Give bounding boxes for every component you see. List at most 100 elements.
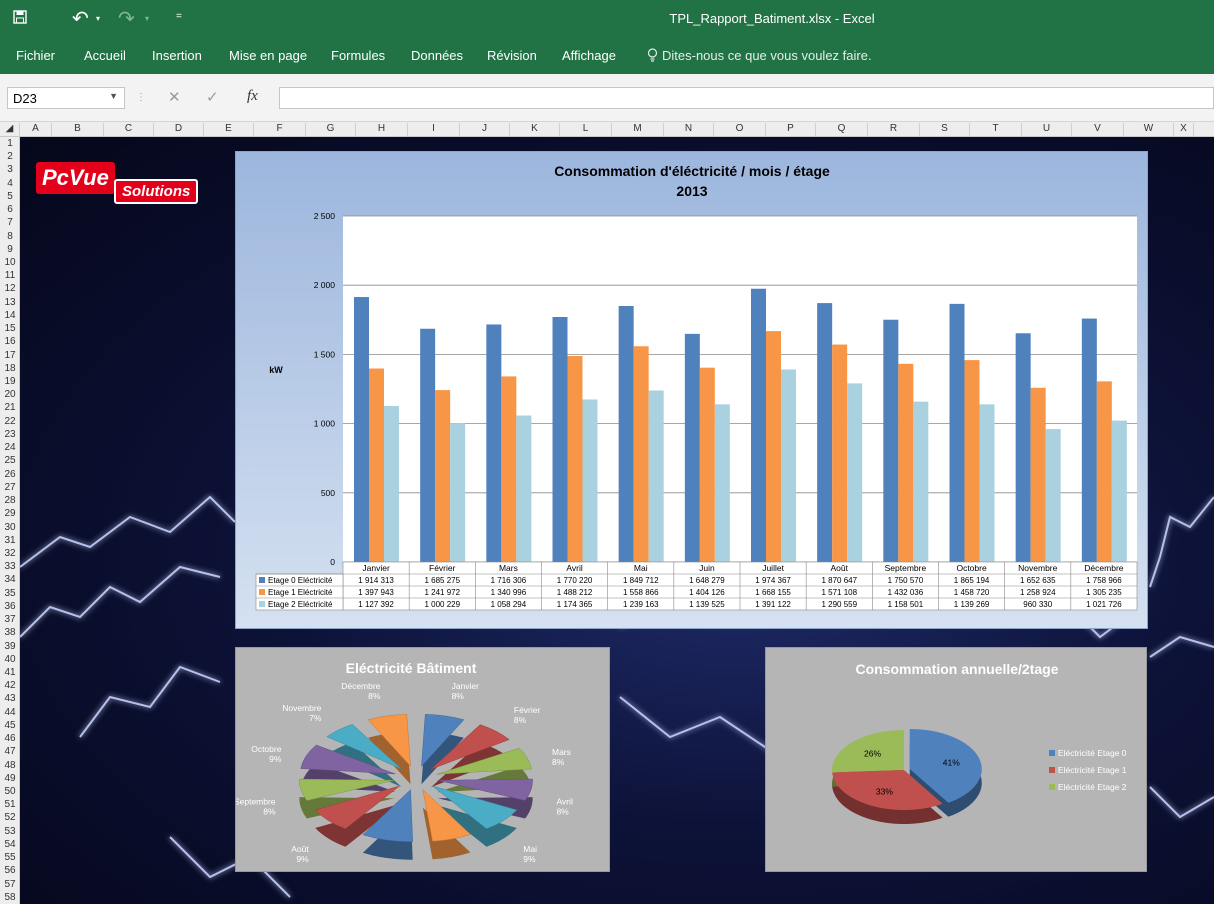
bar-etage-2-eléctricité-septembre[interactable] [913,401,929,562]
bar-etage-0-eléctricité-novembre[interactable] [1015,333,1031,562]
bar-etage-1-eléctricité-mai[interactable] [633,346,649,562]
column-header-w[interactable]: W [1124,123,1174,136]
column-header-u[interactable]: U [1022,123,1072,136]
row-header-21[interactable]: 21 [0,401,20,414]
row-header-50[interactable]: 50 [0,785,20,798]
row-header-31[interactable]: 31 [0,534,20,547]
row-header-14[interactable]: 14 [0,309,20,322]
column-header-v[interactable]: V [1072,123,1124,136]
tab-donnees[interactable]: Données [411,48,463,63]
column-header-t[interactable]: T [970,123,1022,136]
column-header-k[interactable]: K [510,123,560,136]
formula-input[interactable] [279,87,1214,109]
column-header-d[interactable]: D [154,123,204,136]
bar-etage-0-eléctricité-juillet[interactable] [751,288,766,562]
row-header-51[interactable]: 51 [0,798,20,811]
row-header-26[interactable]: 26 [0,468,20,481]
row-header-44[interactable]: 44 [0,706,20,719]
tab-accueil[interactable]: Accueil [84,48,126,63]
bar-etage-0-eléctricité-février[interactable] [420,328,436,562]
row-header-22[interactable]: 22 [0,415,20,428]
formula-bar-grip-icon[interactable]: ⋮ [136,92,146,103]
tab-insertion[interactable]: Insertion [152,48,202,63]
row-header-30[interactable]: 30 [0,521,20,534]
bar-etage-1-eléctricité-juin[interactable] [699,367,715,562]
row-header-36[interactable]: 36 [0,600,20,613]
row-header-9[interactable]: 9 [0,243,20,256]
column-header-p[interactable]: P [766,123,816,136]
bar-etage-2-eléctricité-mars[interactable] [516,415,532,562]
pie-chart-months[interactable]: Eléctricité Bâtiment Décembre 8% Janvier 8%… [234,647,610,895]
bar-etage-0-eléctricité-mars[interactable] [486,324,502,562]
row-header-8[interactable]: 8 [0,230,20,243]
column-header-n[interactable]: N [664,123,714,136]
tab-revision[interactable]: Révision [487,48,537,63]
bar-etage-1-eléctricité-septembre[interactable] [898,363,914,562]
row-header-1[interactable]: 1 [0,137,20,150]
bar-chart[interactable]: Consommation d'éléctricité / mois / étag… [235,151,1148,629]
row-header-54[interactable]: 54 [0,838,20,851]
pie-chart-floors[interactable]: Consommation annuelle/2tage 26% 41% 33% El… [765,647,1147,872]
bar-etage-2-eléctricité-octobre[interactable] [979,404,995,562]
row-header-12[interactable]: 12 [0,282,20,295]
bar-etage-1-eléctricité-février[interactable] [435,390,451,562]
column-header-h[interactable]: H [356,123,408,136]
row-header-15[interactable]: 15 [0,322,20,335]
bar-etage-1-eléctricité-août[interactable] [832,344,848,562]
column-header-o[interactable]: O [714,123,766,136]
row-header-37[interactable]: 37 [0,613,20,626]
bar-etage-0-eléctricité-septembre[interactable] [883,319,899,562]
row-header-41[interactable]: 41 [0,666,20,679]
row-header-27[interactable]: 27 [0,481,20,494]
column-header-q[interactable]: Q [816,123,868,136]
column-header-b[interactable]: B [52,123,104,136]
column-header-s[interactable]: S [920,123,970,136]
worksheet[interactable]: PcVue Solutions Consommation d'éléctrici… [20,137,1214,904]
row-header-28[interactable]: 28 [0,494,20,507]
row-header-17[interactable]: 17 [0,349,20,362]
bar-etage-0-eléctricité-octobre[interactable] [949,303,965,562]
column-header-j[interactable]: J [460,123,510,136]
row-header-55[interactable]: 55 [0,851,20,864]
bar-etage-0-eléctricité-mai[interactable] [618,305,634,562]
row-header-58[interactable]: 58 [0,891,20,904]
column-header-g[interactable]: G [306,123,356,136]
row-header-53[interactable]: 53 [0,825,20,838]
bar-etage-2-eléctricité-juin[interactable] [714,404,730,562]
row-header-52[interactable]: 52 [0,811,20,824]
bar-etage-0-eléctricité-janvier[interactable] [354,297,369,562]
bar-etage-0-eléctricité-juin[interactable] [684,333,700,562]
bar-etage-1-eléctricité-mars[interactable] [501,376,517,562]
row-header-29[interactable]: 29 [0,507,20,520]
bar-etage-2-eléctricité-janvier[interactable] [384,405,399,562]
bar-etage-0-eléctricité-avril[interactable] [552,317,568,562]
cancel-icon[interactable]: ✕ [168,88,181,106]
insert-function-icon[interactable]: fx [247,88,258,105]
row-header-40[interactable]: 40 [0,653,20,666]
bar-etage-2-eléctricité-août[interactable] [847,383,863,562]
row-header-33[interactable]: 33 [0,560,20,573]
bar-etage-2-eléctricité-décembre[interactable] [1111,420,1127,562]
bar-etage-2-eléctricité-novembre[interactable] [1045,429,1061,562]
bar-etage-1-eléctricité-juillet[interactable] [766,331,781,562]
row-header-4[interactable]: 4 [0,177,20,190]
bar-etage-2-eléctricité-avril[interactable] [582,399,598,562]
column-header-a[interactable]: A [20,123,52,136]
select-all-button[interactable]: ◢ [0,123,20,136]
row-header-45[interactable]: 45 [0,719,20,732]
bar-etage-0-eléctricité-août[interactable] [817,303,833,562]
row-header-49[interactable]: 49 [0,772,20,785]
enter-icon[interactable]: ✓ [206,88,219,106]
bar-etage-1-eléctricité-octobre[interactable] [964,360,980,562]
tell-me-box[interactable]: Dites-nous ce que vous voulez faire. [647,48,872,63]
row-header-34[interactable]: 34 [0,573,20,586]
row-header-25[interactable]: 25 [0,454,20,467]
row-header-38[interactable]: 38 [0,626,20,639]
row-header-20[interactable]: 20 [0,388,20,401]
bar-etage-2-eléctricité-février[interactable] [450,423,466,562]
row-header-42[interactable]: 42 [0,679,20,692]
column-header-e[interactable]: E [204,123,254,136]
row-header-46[interactable]: 46 [0,732,20,745]
column-header-m[interactable]: M [612,123,664,136]
row-header-5[interactable]: 5 [0,190,20,203]
